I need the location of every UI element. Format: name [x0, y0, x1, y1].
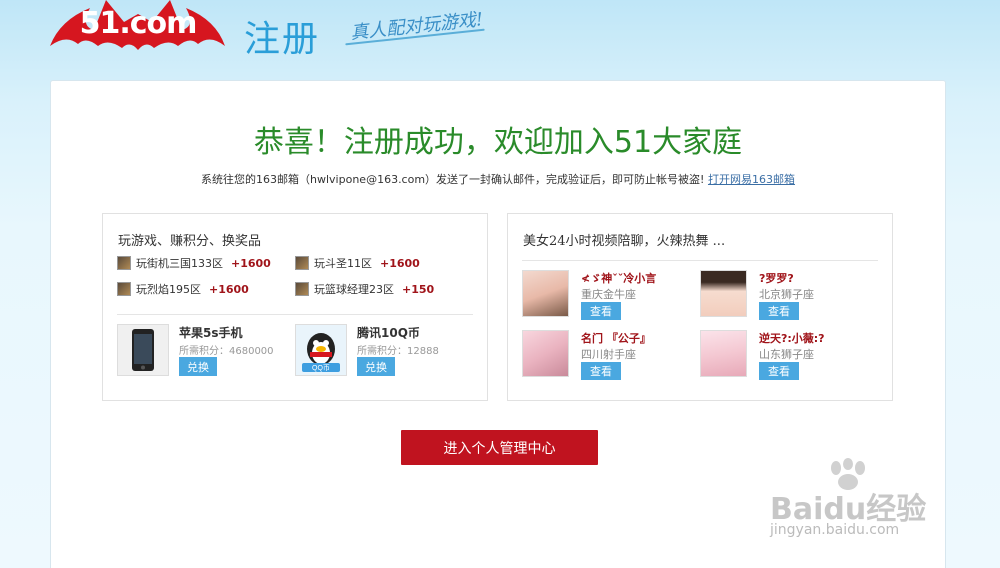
- profile-card: 逆天?:小薇:? 山东狮子座 查看: [700, 330, 870, 380]
- open-mailbox-link[interactable]: 打开网易163邮箱: [708, 173, 795, 186]
- game-item[interactable]: 玩街机三国133区 +1600: [117, 255, 271, 271]
- view-button[interactable]: 查看: [581, 362, 621, 380]
- prize-name: 腾讯10Q币: [357, 326, 420, 340]
- profile-nick[interactable]: 逆天?:小薇:?: [759, 330, 825, 346]
- qq-coin-label: QQ币: [312, 364, 330, 372]
- verify-message: 系统往您的163邮箱（hwlvipone@163.com）发送了一封确认邮件，完…: [51, 171, 945, 187]
- divider: [522, 260, 878, 261]
- profile-location: 四川射手座: [581, 348, 636, 361]
- phone-icon: [132, 329, 154, 371]
- games-panel-title: 玩游戏、赚积分、换奖品: [118, 234, 262, 249]
- view-button[interactable]: 查看: [759, 302, 799, 320]
- game-points: +1600: [380, 256, 420, 270]
- games-panel: 玩游戏、赚积分、换奖品 玩街机三国133区 +1600 玩斗圣11区 +1600…: [102, 213, 488, 401]
- avatar[interactable]: [522, 330, 569, 377]
- prize-item: QQ币 腾讯10Q币 所需积分：12888 兑换: [295, 324, 465, 376]
- game-name: 玩斗圣11区: [314, 257, 372, 270]
- view-button[interactable]: 查看: [581, 302, 621, 320]
- site-logo[interactable]: 51.com: [50, 0, 225, 66]
- game-icon: [117, 256, 131, 270]
- game-item[interactable]: 玩篮球经理23区 +150: [295, 281, 434, 297]
- prize-name: 苹果5s手机: [179, 326, 243, 340]
- game-icon: [117, 282, 131, 296]
- game-points: +150: [402, 282, 435, 296]
- profile-location: 重庆金牛座: [581, 288, 636, 301]
- profile-card: ≮ゞ神ˇˇ冷小言 重庆金牛座 查看: [522, 270, 692, 320]
- slogan: 真人配对玩游戏!: [349, 9, 485, 44]
- register-title: 注册: [244, 19, 321, 60]
- video-panel: 美女24小时视频陪聊，火辣热舞 ... ≮ゞ神ˇˇ冷小言 重庆金牛座 查看 ?罗…: [507, 213, 893, 401]
- redeem-button[interactable]: 兑换: [179, 357, 217, 376]
- game-name: 玩篮球经理23区: [314, 283, 394, 296]
- prize-item: 苹果5s手机 所需积分：4680000 兑换: [117, 324, 287, 376]
- logo-text: 51.com: [79, 6, 198, 41]
- prize-cost: 所需积分：12888: [357, 346, 439, 357]
- avatar[interactable]: [700, 330, 747, 377]
- game-points: +1600: [231, 256, 271, 270]
- watermark: Baidu经验 jingyan.baidu.com: [760, 458, 960, 548]
- redeem-button[interactable]: 兑换: [357, 357, 395, 376]
- iphone-image[interactable]: [117, 324, 169, 376]
- enter-personal-center-button[interactable]: 进入个人管理中心: [401, 430, 598, 465]
- game-item[interactable]: 玩烈焰195区 +1600: [117, 281, 249, 297]
- verify-text: 系统往您的163邮箱（hwlvipone@163.com）发送了一封确认邮件，完…: [201, 173, 705, 186]
- avatar[interactable]: [700, 270, 747, 317]
- profile-card: ?罗罗? 北京狮子座 查看: [700, 270, 870, 320]
- watermark-url: jingyan.baidu.com: [770, 522, 900, 538]
- profile-nick[interactable]: 名门 『公子』: [581, 330, 651, 346]
- profile-location: 山东狮子座: [759, 348, 814, 361]
- profile-nick[interactable]: ≮ゞ神ˇˇ冷小言: [581, 270, 656, 286]
- profile-card: 名门 『公子』 四川射手座 查看: [522, 330, 692, 380]
- qq-coin-image[interactable]: QQ币: [295, 324, 347, 376]
- game-item[interactable]: 玩斗圣11区 +1600: [295, 255, 420, 271]
- game-icon: [295, 256, 309, 270]
- video-panel-title: 美女24小时视频陪聊，火辣热舞 ...: [523, 234, 726, 249]
- qq-penguin-icon: QQ币: [302, 333, 340, 372]
- profile-location: 北京狮子座: [759, 288, 814, 301]
- divider: [117, 314, 473, 315]
- profile-nick[interactable]: ?罗罗?: [759, 270, 794, 286]
- game-name: 玩街机三国133区: [136, 257, 223, 270]
- success-title: 恭喜！注册成功，欢迎加入51大家庭: [253, 125, 743, 160]
- view-button[interactable]: 查看: [759, 362, 799, 380]
- prize-cost: 所需积分：4680000: [179, 346, 274, 357]
- game-icon: [295, 282, 309, 296]
- game-points: +1600: [209, 282, 249, 296]
- game-name: 玩烈焰195区: [136, 283, 201, 296]
- avatar[interactable]: [522, 270, 569, 317]
- header: 51.com 注册 真人配对玩游戏!: [0, 0, 1000, 80]
